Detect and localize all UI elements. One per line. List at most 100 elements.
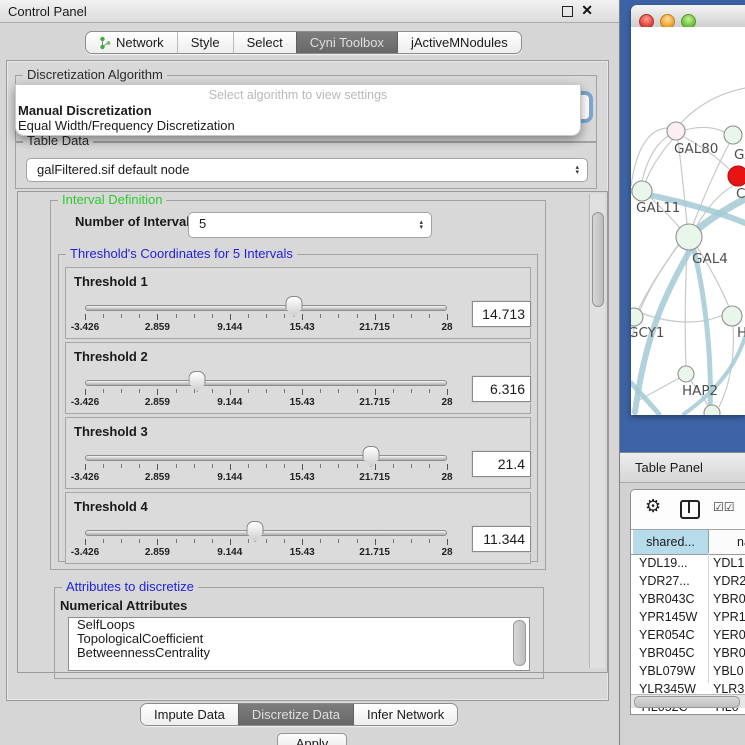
network-node-label: GA bbox=[734, 147, 745, 163]
number-of-intervals-value: 5 bbox=[199, 216, 206, 231]
slider-tick bbox=[157, 389, 158, 395]
tab-impute-data[interactable]: Impute Data bbox=[141, 704, 238, 725]
table-row[interactable]: YDL19... YDL1 bbox=[631, 554, 745, 572]
table-row[interactable]: YPR145WYPR1 bbox=[631, 608, 745, 626]
slider-tick bbox=[212, 539, 213, 543]
network-edge bbox=[681, 88, 745, 123]
slider-tick bbox=[230, 539, 231, 545]
threshold-value-field[interactable]: 21.4 bbox=[472, 451, 531, 477]
discretization-algorithm-group-title: Discretization Algorithm bbox=[23, 67, 167, 82]
tab-select[interactable]: Select bbox=[233, 32, 296, 53]
table-row[interactable]: YBR045CYBR0 bbox=[631, 644, 745, 662]
slider-track[interactable] bbox=[85, 380, 447, 386]
tab-jactivemnodules[interactable]: jActiveMNodules bbox=[397, 32, 521, 53]
close-icon[interactable]: ✕ bbox=[581, 2, 593, 19]
network-edge bbox=[685, 127, 724, 132]
control-panel-titlebar: Control Panel ✕ bbox=[0, 0, 619, 23]
network-node[interactable] bbox=[631, 308, 643, 326]
threshold-value-field[interactable]: 11.344 bbox=[472, 526, 531, 552]
threshold-slider[interactable]: -3.4262.8599.14415.4321.71528 bbox=[85, 446, 447, 484]
table-row[interactable]: YDR27...YDR2 bbox=[631, 572, 745, 590]
network-node[interactable] bbox=[728, 166, 745, 186]
threshold-label: Threshold 1 bbox=[74, 274, 148, 289]
threshold-value-field[interactable]: 6.316 bbox=[472, 376, 531, 402]
attribute-list-item[interactable]: TopologicalCoefficient bbox=[69, 632, 529, 646]
threshold-slider[interactable]: -3.4262.8599.14415.4321.71528 bbox=[85, 371, 447, 409]
column-layout-icon[interactable] bbox=[680, 500, 700, 519]
network-node[interactable] bbox=[678, 366, 694, 382]
table-data-combobox[interactable]: galFiltered.sif default node ▴▾ bbox=[26, 158, 588, 182]
horizontal-scrollbar[interactable] bbox=[631, 694, 745, 708]
slider-tick bbox=[212, 464, 213, 468]
list-scrollbar-thumb[interactable] bbox=[513, 620, 526, 666]
cell-name: YBR0 bbox=[713, 590, 745, 608]
slider-tick bbox=[393, 314, 394, 318]
network-canvas[interactable]: GAL80GACGAL11GAL4GCY1HHAP2 bbox=[631, 27, 745, 415]
slider-thumb[interactable] bbox=[247, 521, 264, 542]
table-row[interactable]: YBR043CYBR0 bbox=[631, 590, 745, 608]
slider-tick bbox=[157, 539, 158, 545]
slider-tick-label: -3.426 bbox=[71, 472, 99, 483]
column-header-shared-name[interactable]: shared... bbox=[633, 530, 709, 554]
algorithm-option-equal-width[interactable]: Equal Width/Frequency Discretization bbox=[18, 118, 235, 133]
slider-track[interactable] bbox=[85, 530, 447, 536]
threshold-slider[interactable]: -3.4262.8599.14415.4321.71528 bbox=[85, 521, 447, 559]
slider-tick-label: 15.43 bbox=[290, 397, 315, 408]
cell-shared-name: YDL19... bbox=[639, 554, 688, 572]
slider-tick bbox=[139, 389, 140, 393]
slider-tick-label: 21.715 bbox=[359, 322, 390, 333]
network-node[interactable] bbox=[704, 405, 720, 415]
tab-network[interactable]: Network bbox=[86, 32, 177, 53]
network-node[interactable] bbox=[632, 181, 652, 201]
network-node[interactable] bbox=[722, 306, 742, 326]
threshold-slider[interactable]: -3.4262.8599.14415.4321.71528 bbox=[85, 296, 447, 334]
tab-style[interactable]: Style bbox=[177, 32, 233, 53]
slider-track[interactable] bbox=[85, 305, 447, 311]
slider-tick bbox=[230, 389, 231, 395]
top-tab-bar: Network Style Select Cyni Toolbox jActiv… bbox=[85, 31, 522, 54]
network-node[interactable] bbox=[724, 126, 742, 144]
attribute-list-item[interactable]: SelfLoops bbox=[69, 618, 529, 632]
float-window-icon[interactable] bbox=[562, 6, 573, 17]
slider-tick bbox=[375, 539, 376, 545]
slider-tick bbox=[320, 539, 321, 543]
checkbox-icons[interactable]: ☑☑ bbox=[713, 500, 735, 514]
threshold-value-field[interactable]: 14.713 bbox=[472, 301, 531, 327]
number-of-intervals-combobox[interactable]: 5 ▴▾ bbox=[188, 212, 432, 238]
slider-tick bbox=[284, 389, 285, 393]
slider-thumb[interactable] bbox=[189, 371, 206, 392]
slider-tick-label: 15.43 bbox=[290, 322, 315, 333]
table-row[interactable]: YBL079WYBL0 bbox=[631, 662, 745, 680]
threshold-label: Threshold 4 bbox=[74, 499, 148, 514]
slider-track[interactable] bbox=[85, 455, 447, 461]
algorithm-hint-item[interactable]: Select algorithm to view settings bbox=[16, 88, 580, 102]
slider-tick-label: 28 bbox=[441, 397, 452, 408]
apply-button[interactable]: Apply bbox=[277, 733, 347, 745]
numerical-attributes-list[interactable]: SelfLoopsTopologicalCoefficientBetweenne… bbox=[68, 617, 530, 671]
network-edge bbox=[642, 136, 668, 181]
table-row[interactable]: YER054CYER0 bbox=[631, 626, 745, 644]
tab-infer-network[interactable]: Infer Network bbox=[353, 704, 457, 725]
vertical-scrollbar[interactable] bbox=[589, 194, 605, 668]
slider-tick bbox=[447, 539, 448, 545]
algorithm-option-manual[interactable]: Manual Discretization bbox=[18, 103, 152, 118]
network-window-titlebar bbox=[631, 5, 745, 28]
network-node[interactable] bbox=[667, 122, 685, 140]
scrollbar-thumb[interactable] bbox=[592, 212, 604, 307]
column-header-name[interactable]: na bbox=[709, 530, 745, 554]
hscrollbar-thumb[interactable] bbox=[634, 696, 740, 708]
application-root: Control Panel ✕ Network Style Select Cyn… bbox=[0, 0, 745, 745]
tab-cyni-toolbox[interactable]: Cyni Toolbox bbox=[296, 32, 397, 53]
slider-thumb[interactable] bbox=[285, 296, 302, 317]
slider-thumb[interactable] bbox=[362, 446, 379, 467]
gear-icon[interactable]: ⚙ bbox=[645, 496, 661, 517]
attribute-list-item[interactable]: BetweennessCentrality bbox=[69, 646, 529, 660]
slider-tick bbox=[248, 314, 249, 318]
cell-name: YDL1 bbox=[713, 554, 744, 572]
tab-discretize-data[interactable]: Discretize Data bbox=[238, 704, 353, 725]
network-desktop-background: GAL80GACGAL11GAL4GCY1HHAP2 bbox=[620, 0, 745, 452]
network-node-label: GAL4 bbox=[692, 251, 728, 267]
network-node[interactable] bbox=[676, 224, 702, 250]
slider-tick bbox=[375, 464, 376, 470]
slider-tick bbox=[338, 314, 339, 318]
